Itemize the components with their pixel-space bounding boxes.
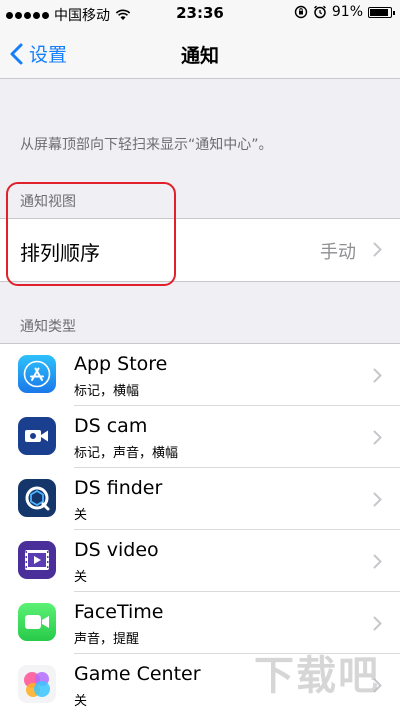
ds-video-icon [18,541,56,579]
section-header-notification-types: 通知类型 [20,319,76,335]
status-bar: 中国移动 23:36 91% [0,0,400,28]
chevron-right-icon [373,430,382,445]
ds-finder-icon [18,479,56,517]
watermark: 下载吧 [254,653,380,699]
page-title: 通知 [180,45,219,67]
app-row-ds-finder[interactable]: DS finder 关 [0,468,400,530]
ds-cam-icon [18,417,56,455]
game-center-icon [18,665,56,703]
chevron-right-icon [373,554,382,569]
app-name: DS cam [74,415,148,437]
app-alert-style: 标记，声音，横幅 [74,446,179,461]
app-alert-style: 标记，横幅 [74,384,140,399]
chevron-right-icon [373,242,382,257]
notification-center-hint: 从屏幕顶部向下轻扫来显示“通知中心”。 [20,137,273,153]
alarm-icon [313,5,326,19]
chevron-right-icon [373,368,382,383]
chevron-right-icon [373,492,382,507]
app-store-icon [18,355,56,393]
app-row-app-store[interactable]: App Store 标记，横幅 [0,344,400,406]
chevron-right-icon [373,616,382,631]
app-name: FaceTime [74,601,164,623]
app-name: DS video [74,539,159,561]
app-alert-style: 关 [74,694,88,709]
app-name: DS finder [74,477,163,499]
battery-percent: 91% [331,4,363,20]
rotation-lock-icon [294,5,308,19]
app-alert-style: 关 [74,570,88,585]
facetime-icon [18,603,56,641]
app-name: App Store [74,353,168,375]
sort-order-value: 手动 [320,242,356,263]
app-row-ds-cam[interactable]: DS cam 标记，声音，横幅 [0,406,400,468]
highlight-annotation [6,182,176,286]
status-right: 91% [294,4,395,20]
app-alert-style: 关 [74,508,88,523]
navigation-bar: 设置 通知 [0,28,400,79]
app-name: Game Center [74,663,201,685]
app-alert-style: 声音，提醒 [74,632,140,647]
battery-icon [368,6,395,18]
app-row-ds-video[interactable]: DS video 关 [0,530,400,592]
